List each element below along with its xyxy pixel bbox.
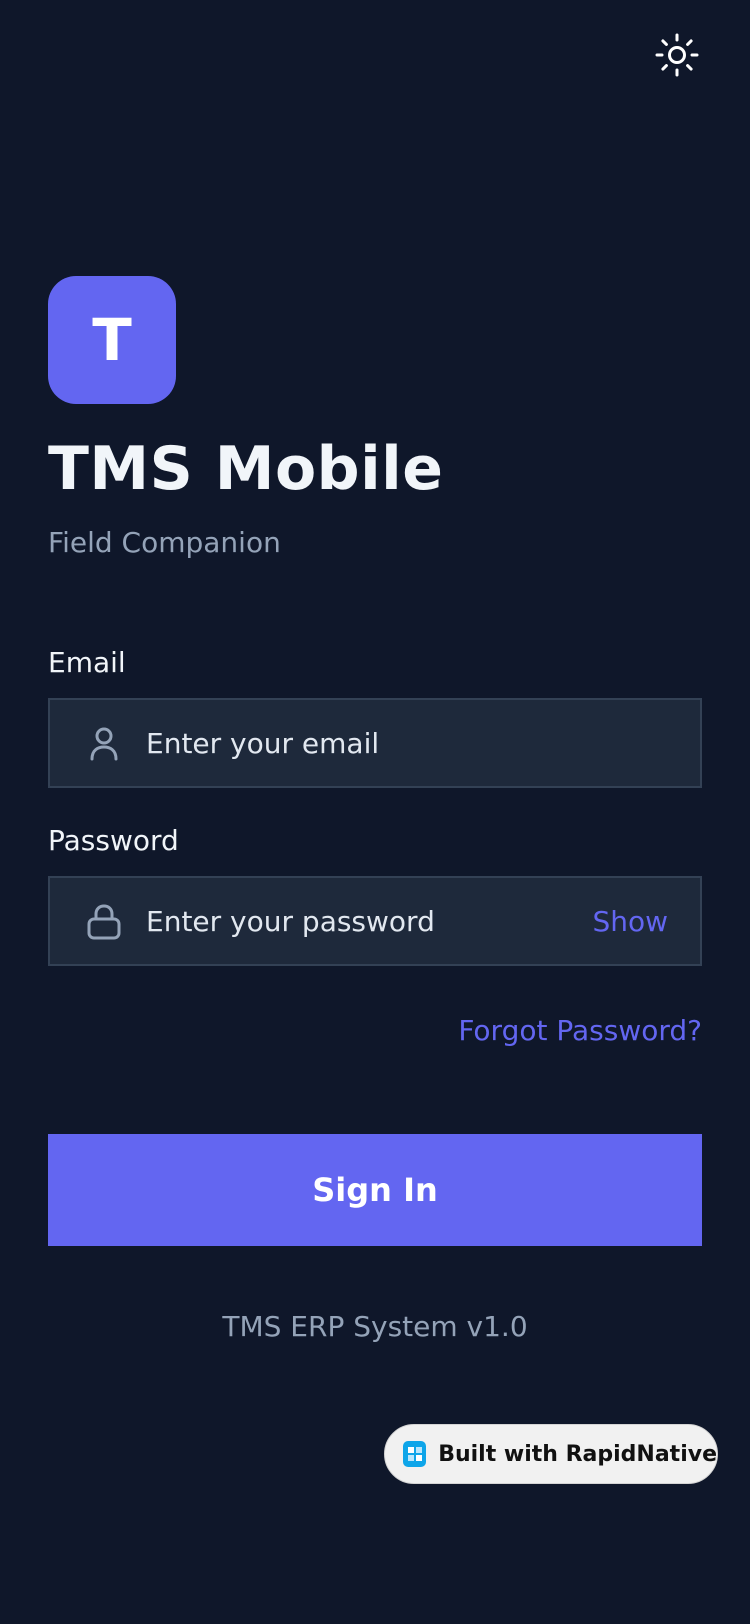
lock-icon xyxy=(84,902,124,942)
password-field[interactable]: Enter your password Show xyxy=(48,876,702,966)
password-label: Password xyxy=(48,824,179,857)
email-field[interactable]: Enter your email xyxy=(48,698,702,788)
email-placeholder: Enter your email xyxy=(146,726,380,760)
email-label: Email xyxy=(48,646,126,679)
sign-in-button[interactable]: Sign In xyxy=(48,1134,702,1246)
show-password-button[interactable]: Show xyxy=(592,878,668,964)
badge-label: Built with RapidNative xyxy=(438,1441,717,1467)
sun-icon xyxy=(655,33,699,77)
login-screen: T TMS Mobile Field Companion Email Enter… xyxy=(0,0,750,1624)
user-icon xyxy=(84,724,124,764)
rapidnative-logo-icon xyxy=(403,1441,427,1467)
password-placeholder: Enter your password xyxy=(146,904,435,938)
forgot-password-link[interactable]: Forgot Password? xyxy=(458,1014,702,1047)
app-logo-letter: T xyxy=(92,306,132,374)
theme-toggle-button[interactable] xyxy=(652,30,702,80)
app-title: TMS Mobile xyxy=(48,434,444,504)
app-logo: T xyxy=(48,276,176,404)
version-text: TMS ERP System v1.0 xyxy=(222,1310,528,1343)
app-subtitle: Field Companion xyxy=(48,526,281,559)
built-with-badge[interactable]: Built with RapidNative xyxy=(384,1424,718,1484)
